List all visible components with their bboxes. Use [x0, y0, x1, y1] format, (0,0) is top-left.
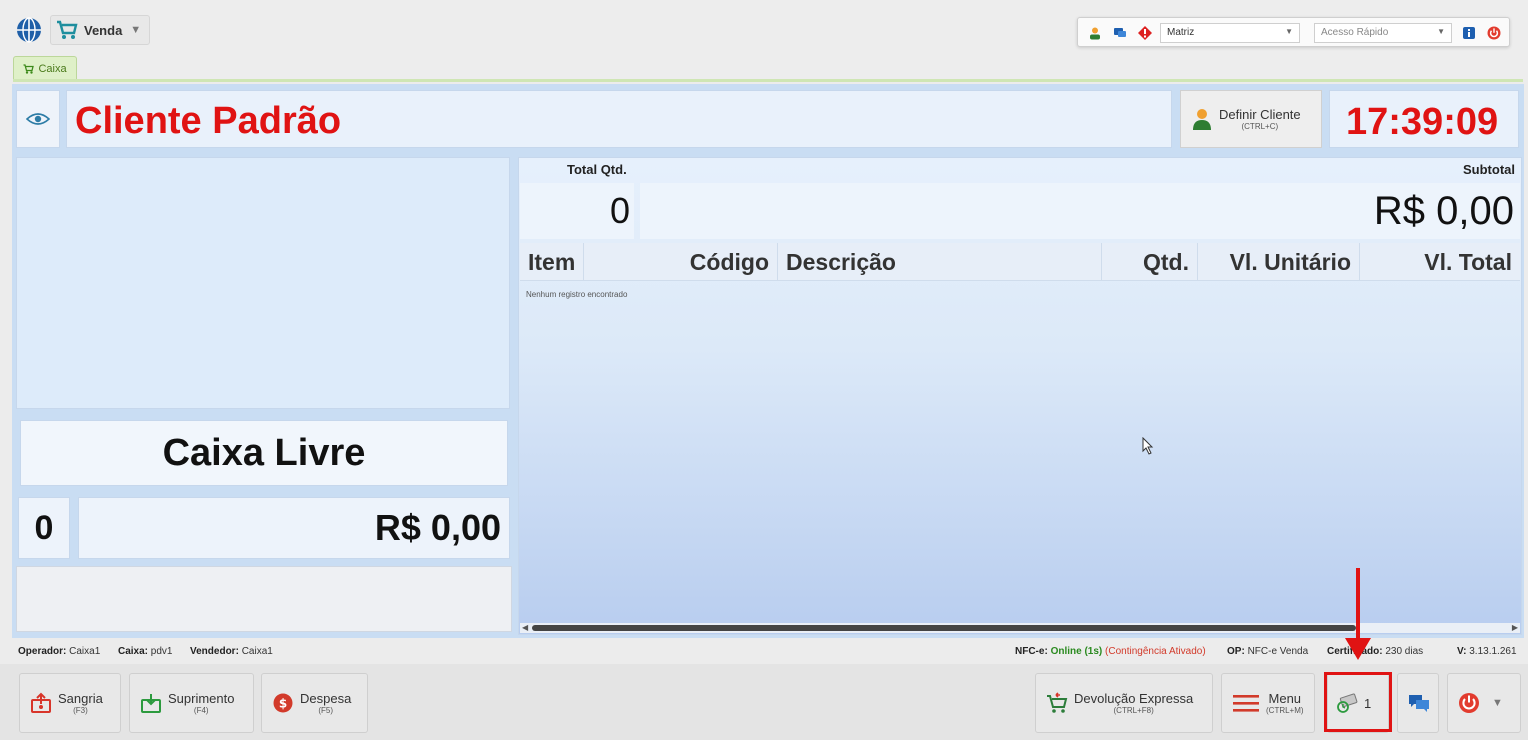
quick-access-placeholder: Acesso Rápido — [1321, 27, 1389, 38]
horizontal-scrollbar[interactable]: ◀ ▶ — [520, 623, 1520, 633]
status-operador: Operador: Caixa1 — [18, 646, 101, 657]
register-status: Caixa Livre — [20, 420, 508, 486]
define-client-shortcut: (CTRL+C) — [1241, 122, 1279, 131]
status-vendedor: Vendedor: Caixa1 — [190, 646, 273, 657]
despesa-label: Despesa — [300, 691, 352, 706]
devolucao-expressa-button[interactable]: Devolução Expressa (CTRL+F8) — [1035, 673, 1213, 733]
power-menu-button[interactable]: ▼ — [1447, 673, 1521, 733]
status-certificado: Certificado: 230 dias — [1327, 646, 1424, 657]
suprimento-label: Suprimento — [168, 691, 235, 706]
empty-table-message: Nenhum registro encontrado — [526, 290, 628, 299]
client-display: Cliente Padrão — [66, 90, 1172, 148]
app-logo-icon[interactable] — [16, 17, 42, 43]
define-client-label: Definir Cliente — [1219, 107, 1301, 122]
status-caixa: Caixa: pdv1 — [118, 646, 173, 657]
status-bar: Operador: Caixa1 Caixa: pdv1 Vendedor: C… — [0, 642, 1528, 662]
user-icon[interactable] — [1088, 26, 1102, 40]
eye-icon — [26, 113, 50, 125]
item-count: 0 — [18, 497, 70, 559]
chat-icon[interactable] — [1113, 26, 1127, 40]
menu-label: Menu — [1268, 691, 1302, 706]
svg-text:$: $ — [279, 697, 287, 711]
chevron-down-icon: ▼ — [1437, 27, 1445, 36]
tab-caixa[interactable]: Caixa — [13, 56, 77, 80]
col-item[interactable]: Item — [520, 243, 584, 281]
scroll-left-icon[interactable]: ◀ — [522, 623, 528, 632]
chat-icon — [1409, 695, 1429, 712]
module-label: Venda — [84, 22, 123, 38]
clock-display: 17:39:09 — [1329, 90, 1519, 148]
hamburger-menu-icon — [1233, 695, 1259, 712]
col-descricao[interactable]: Descrição — [778, 243, 1102, 281]
messages-button[interactable] — [1397, 673, 1439, 733]
menu-key: (CTRL+M) — [1266, 706, 1304, 715]
subtotal-label: Subtotal — [1463, 162, 1515, 177]
sangria-button[interactable]: Sangria (F3) — [19, 673, 121, 733]
total-qtd-label: Total Qtd. — [567, 162, 627, 177]
cart-icon — [23, 63, 35, 74]
despesa-button[interactable]: $ Despesa (F5) — [261, 673, 368, 733]
chevron-down-icon: ▼ — [130, 24, 142, 36]
suprimento-key: (F4) — [193, 706, 209, 715]
money-bag-icon: $ — [273, 693, 293, 713]
chevron-down-icon: ▼ — [1285, 27, 1293, 36]
despesa-key: (F5) — [318, 706, 333, 715]
sangria-label: Sangria — [58, 691, 103, 706]
col-vl-total[interactable]: Vl. Total — [1360, 243, 1520, 281]
status-op: OP: NFC-e Venda — [1227, 646, 1309, 657]
suprimento-button[interactable]: Suprimento (F4) — [129, 673, 254, 733]
product-image-panel — [16, 157, 510, 409]
subtotal-value: R$ 0,00 — [640, 183, 1520, 239]
register-total: R$ 0,00 — [78, 497, 510, 559]
arrow-down-icon — [1356, 568, 1360, 646]
cart-return-icon — [1047, 692, 1068, 713]
info-icon[interactable] — [1462, 26, 1476, 40]
client-name: Cliente Padrão — [75, 100, 342, 142]
quick-tools: Matriz ▼ Acesso Rápido ▼ — [1077, 17, 1510, 47]
items-table-header: Item Código Descrição Qtd. Vl. Unitário … — [520, 243, 1520, 281]
chevron-down-icon[interactable]: ▼ — [1492, 697, 1503, 709]
define-client-button[interactable]: Definir Cliente (CTRL+C) — [1180, 90, 1322, 148]
scroll-right-icon[interactable]: ▶ — [1512, 623, 1518, 632]
status-version: V: 3.13.1.261 — [1457, 646, 1517, 657]
power-icon[interactable] — [1487, 26, 1501, 40]
sangria-key: (F3) — [73, 706, 88, 715]
toggle-view-button[interactable] — [16, 90, 60, 148]
module-selector[interactable]: Venda ▼ — [50, 15, 150, 45]
col-qtd[interactable]: Qtd. — [1102, 243, 1198, 281]
power-icon — [1459, 693, 1479, 713]
devolucao-key: (CTRL+F8) — [1113, 706, 1154, 715]
status-nfce: NFC-e: Online (1s) (Contingência Ativado… — [1015, 646, 1206, 657]
tab-divider — [13, 79, 1523, 82]
col-codigo[interactable]: Código — [584, 243, 778, 281]
tab-label: Caixa — [38, 62, 67, 75]
cash-deposit-icon — [141, 694, 161, 713]
devolucao-label: Devolução Expressa — [1074, 691, 1194, 706]
menu-button[interactable]: Menu (CTRL+M) — [1221, 673, 1315, 733]
arrow-head-icon — [1345, 638, 1371, 660]
mouse-cursor-icon — [1142, 437, 1154, 455]
cash-withdraw-icon — [31, 692, 51, 713]
highlight-box — [1324, 672, 1392, 732]
user-icon — [1193, 109, 1211, 130]
col-vl-unitario[interactable]: Vl. Unitário — [1198, 243, 1360, 281]
quick-access-select[interactable]: Acesso Rápido ▼ — [1314, 23, 1452, 43]
cart-icon — [57, 20, 78, 39]
alert-icon[interactable] — [1138, 26, 1152, 40]
total-qtd-value: 0 — [520, 183, 634, 239]
clock-time: 17:39:09 — [1346, 101, 1499, 143]
message-panel — [16, 566, 512, 632]
company-select[interactable]: Matriz ▼ — [1160, 23, 1300, 43]
scrollbar-thumb[interactable] — [532, 625, 1356, 631]
company-select-value: Matriz — [1167, 27, 1195, 38]
